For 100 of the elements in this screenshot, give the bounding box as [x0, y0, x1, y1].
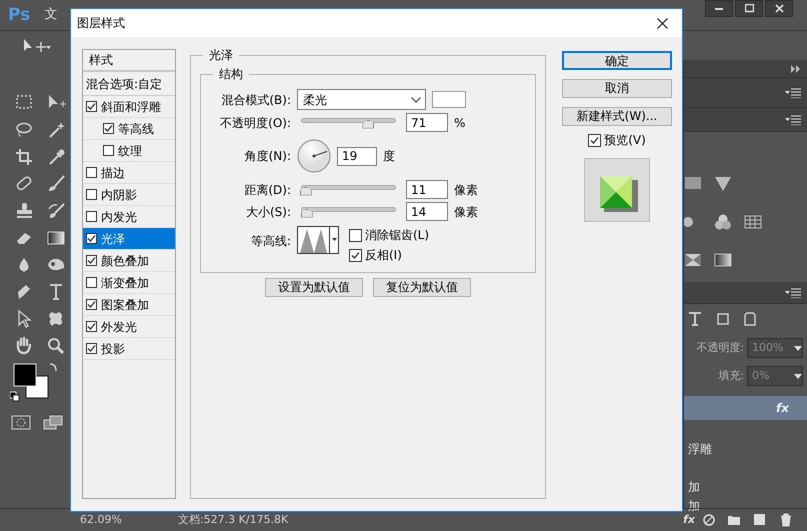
list-item[interactable]: 斜面和浮雕	[83, 96, 175, 118]
number-field[interactable]: 11	[406, 180, 448, 199]
hand-icon[interactable]	[14, 336, 34, 356]
collapse-icon[interactable]	[791, 64, 801, 72]
list-item[interactable]: 外发光	[83, 316, 175, 338]
dialog-button[interactable]: 取消	[562, 79, 672, 98]
list-header: 样式	[89, 52, 113, 69]
triangle-icon[interactable]	[714, 174, 732, 192]
new-layer-icon[interactable]	[753, 513, 767, 527]
slider-track[interactable]	[301, 116, 396, 130]
stamp-icon[interactable]	[14, 201, 34, 221]
type-filter-icon[interactable]	[688, 312, 702, 326]
list-item[interactable]: 混合选项:自定	[83, 72, 175, 96]
unit-label: %	[454, 114, 466, 132]
field-value: 100%	[752, 340, 784, 356]
folder-icon[interactable]	[727, 513, 741, 527]
list-item[interactable]: 内阴影	[83, 184, 175, 206]
field-label: 角度(N):	[244, 148, 291, 165]
checkbox[interactable]	[86, 299, 97, 310]
checkbox-label[interactable]: 预览(V)	[588, 131, 646, 149]
checkbox[interactable]	[86, 233, 97, 244]
field-label: 混合模式(B):	[220, 92, 291, 108]
number-field[interactable]: 71	[406, 113, 448, 132]
unit-label: 度	[383, 148, 395, 165]
checkbox[interactable]	[86, 343, 97, 354]
field-label: 等高线:	[250, 233, 291, 250]
effect-item[interactable]: 浮雕	[684, 440, 807, 459]
panel-menu-icon[interactable]	[785, 114, 801, 124]
fx-label: fx	[776, 400, 789, 417]
fx-button[interactable]: fx	[683, 512, 695, 528]
list-item[interactable]: 投影	[83, 338, 175, 360]
menu-item[interactable]: 文	[44, 5, 58, 25]
slider-track[interactable]	[301, 182, 396, 196]
checkbox[interactable]	[103, 123, 114, 134]
smart-object-icon[interactable]	[744, 312, 756, 326]
close-icon	[774, 4, 784, 13]
group-title: 结构	[213, 66, 249, 82]
dialog-button[interactable]: 确定	[562, 51, 672, 70]
adjustment-icon[interactable]	[703, 514, 715, 526]
default-button[interactable]: 复位为默认值	[373, 278, 471, 297]
checkbox[interactable]	[349, 248, 362, 262]
checkbox[interactable]	[86, 277, 97, 288]
zoom-icon[interactable]	[46, 336, 66, 356]
trash-icon[interactable]	[779, 513, 793, 527]
select-value: 柔光	[303, 92, 327, 108]
zoom-level: 62.09%	[80, 512, 122, 528]
field-label: 不透明度(O):	[219, 114, 291, 132]
field-label: 距离(D):	[243, 182, 291, 198]
checkbox-label[interactable]: 反相(I)	[349, 246, 430, 264]
checkbox[interactable]	[103, 145, 114, 156]
list-item[interactable]: 光泽	[83, 228, 175, 250]
default-button[interactable]: 设置为默认值	[265, 278, 363, 297]
maximize-button[interactable]	[735, 0, 763, 17]
field-label: 不透明度:	[696, 340, 744, 356]
checkbox[interactable]	[86, 211, 97, 222]
quick-mask-icon[interactable]	[10, 414, 32, 432]
checkbox[interactable]	[86, 255, 97, 266]
color-swatch[interactable]	[432, 91, 466, 108]
list-item[interactable]: 纹理	[83, 140, 175, 162]
number-field[interactable]: 19	[337, 146, 377, 166]
unit-label: 像素	[454, 204, 478, 220]
dialog-button[interactable]: 新建样式(W)...	[562, 107, 672, 126]
color-balance-icon[interactable]	[714, 212, 732, 231]
dialog-title: 图层样式	[77, 15, 125, 32]
gradient-map-icon[interactable]	[714, 251, 732, 270]
number-field[interactable]: 14	[406, 202, 448, 221]
checkbox-label[interactable]: 消除锯齿(L)	[349, 226, 430, 244]
checkbox[interactable]	[86, 189, 97, 200]
blend-mode-select[interactable]: 柔光	[297, 89, 426, 110]
screen-mode-icon[interactable]	[42, 414, 64, 432]
move-tool-icon[interactable]	[22, 38, 52, 54]
checkbox[interactable]	[86, 101, 97, 112]
transform-filter-icon[interactable]	[716, 312, 730, 326]
dropdown-arrow-icon	[794, 346, 802, 350]
checkbox[interactable]	[86, 167, 97, 178]
list-item[interactable]: 渐变叠加	[83, 272, 175, 294]
checkbox[interactable]	[86, 321, 97, 332]
panel-menu-icon[interactable]	[785, 88, 801, 98]
contour-picker[interactable]	[297, 226, 339, 254]
slider-track[interactable]	[301, 204, 396, 218]
crop-icon[interactable]	[14, 147, 34, 167]
checkbox[interactable]	[588, 134, 602, 146]
history-brush-icon[interactable]	[46, 201, 66, 221]
minimize-button[interactable]	[705, 0, 733, 17]
unit-label: 像素	[454, 182, 478, 198]
section-title: 光泽	[203, 47, 239, 63]
list-item[interactable]: 等高线	[83, 118, 175, 140]
field-label: 大小(S):	[244, 204, 291, 220]
field-label: 填充:	[718, 368, 744, 384]
list-item[interactable]: 颜色叠加	[83, 250, 175, 272]
brush-icon[interactable]	[46, 174, 66, 194]
list-item[interactable]: 描边	[83, 162, 175, 184]
close-button[interactable]	[765, 0, 793, 17]
layer-row[interactable]: fx	[684, 396, 807, 420]
grid-table-icon[interactable]	[744, 212, 762, 231]
angle-dial[interactable]	[297, 139, 331, 173]
list-item[interactable]: 图案叠加	[83, 294, 175, 316]
checkbox[interactable]	[349, 228, 362, 242]
panel-menu-icon[interactable]	[785, 288, 801, 298]
effect-item[interactable]: 加	[684, 478, 807, 497]
